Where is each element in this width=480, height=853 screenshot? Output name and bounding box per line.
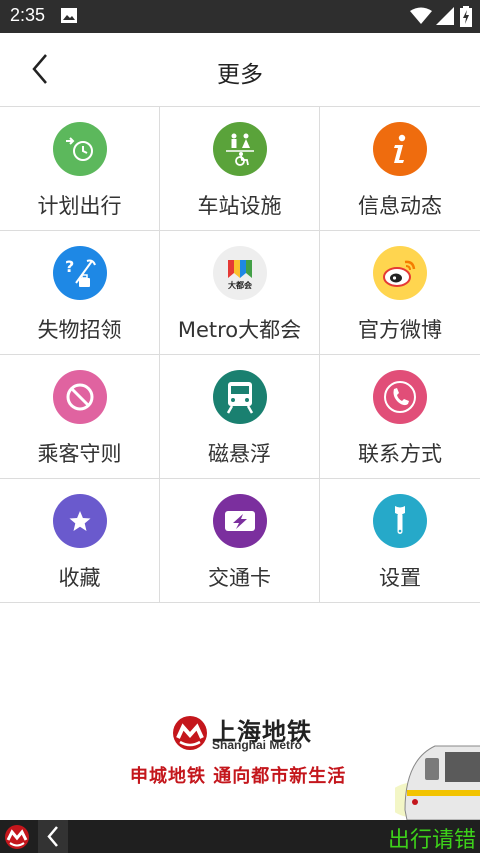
- header: 更多: [0, 33, 480, 107]
- menu-item-label: 车站设施: [197, 194, 282, 218]
- maglev-icon: [212, 370, 267, 424]
- menu-item-label: 失物招领: [37, 318, 122, 342]
- menu-item-transport-card[interactable]: 交通卡: [160, 479, 320, 603]
- menu-item-settings[interactable]: 设置: [320, 479, 480, 603]
- metro-badge-text: 大都会: [228, 280, 252, 290]
- menu-item-plan-trip[interactable]: 计划出行: [0, 107, 160, 231]
- chevron-left-icon: [47, 826, 58, 847]
- menu-item-label: 收藏: [58, 566, 101, 590]
- menu-item-passenger-rules[interactable]: 乘客守则: [0, 355, 160, 479]
- page-title: 更多: [217, 62, 263, 88]
- menu-item-favorites[interactable]: 收藏: [0, 479, 160, 603]
- menu-item-weibo[interactable]: 官方微博: [320, 231, 480, 355]
- menu-item-label: 磁悬浮: [208, 442, 271, 466]
- menu-item-maglev[interactable]: 磁悬浮: [160, 355, 320, 479]
- menu-item-label: 乘客守则: [37, 442, 122, 466]
- battery-icon: [460, 6, 472, 27]
- favorite-star-icon: [52, 494, 107, 548]
- brand-banner: 上海地铁 Shanghai Metro 申城地铁 通向都市新生活: [0, 700, 480, 820]
- menu-item-contact[interactable]: 联系方式: [320, 355, 480, 479]
- lost-found-icon: ?: [52, 246, 107, 300]
- menu-item-station-facilities[interactable]: 车站设施: [160, 107, 320, 231]
- menu-item-label: 联系方式: [358, 442, 442, 466]
- menu-item-label: Metro大都会: [177, 318, 302, 342]
- wrench-icon: [373, 494, 427, 548]
- signal-icon: [436, 7, 454, 25]
- menu-grid: 计划出行 车站设施 信息动态 ? 失物招领 大都会 Metro大都会 官方微博 …: [0, 107, 480, 603]
- train-illustration: [395, 745, 480, 820]
- status-time: 2:35: [10, 5, 46, 25]
- transport-card-icon: [212, 494, 267, 548]
- rules-icon: [52, 370, 107, 424]
- menu-item-label: 设置: [379, 566, 421, 590]
- svg-text:?: ?: [65, 257, 74, 276]
- status-bar: 2:35: [0, 0, 480, 33]
- shanghai-metro-logo: [173, 716, 207, 750]
- menu-item-label: 交通卡: [208, 566, 271, 590]
- menu-item-label: 官方微博: [358, 318, 442, 342]
- menu-item-lost-found[interactable]: ? 失物招领: [0, 231, 160, 355]
- station-facilities-icon: [212, 122, 267, 176]
- phone-icon: [373, 370, 427, 424]
- banner-slogan: 申城地铁 通向都市新生活: [130, 766, 347, 787]
- info-icon: [373, 122, 427, 176]
- menu-item-info[interactable]: 信息动态: [320, 107, 480, 231]
- weibo-icon: [373, 246, 427, 300]
- wifi-icon: [410, 7, 432, 24]
- plan-trip-icon: [52, 122, 107, 176]
- bottom-bar: 出行请错: [0, 820, 480, 853]
- photo-icon: [61, 8, 77, 23]
- menu-item-metro-app[interactable]: 大都会 Metro大都会: [160, 231, 320, 355]
- bottom-back-button[interactable]: [38, 820, 68, 853]
- menu-item-label: 计划出行: [37, 194, 122, 218]
- bottom-ticker-text: 出行请错: [388, 828, 477, 853]
- metro-app-icon: 大都会: [212, 246, 267, 300]
- menu-item-label: 信息动态: [358, 194, 442, 218]
- brand-english-name: Shanghai Metro: [212, 738, 303, 752]
- shanghai-metro-logo: [5, 825, 29, 849]
